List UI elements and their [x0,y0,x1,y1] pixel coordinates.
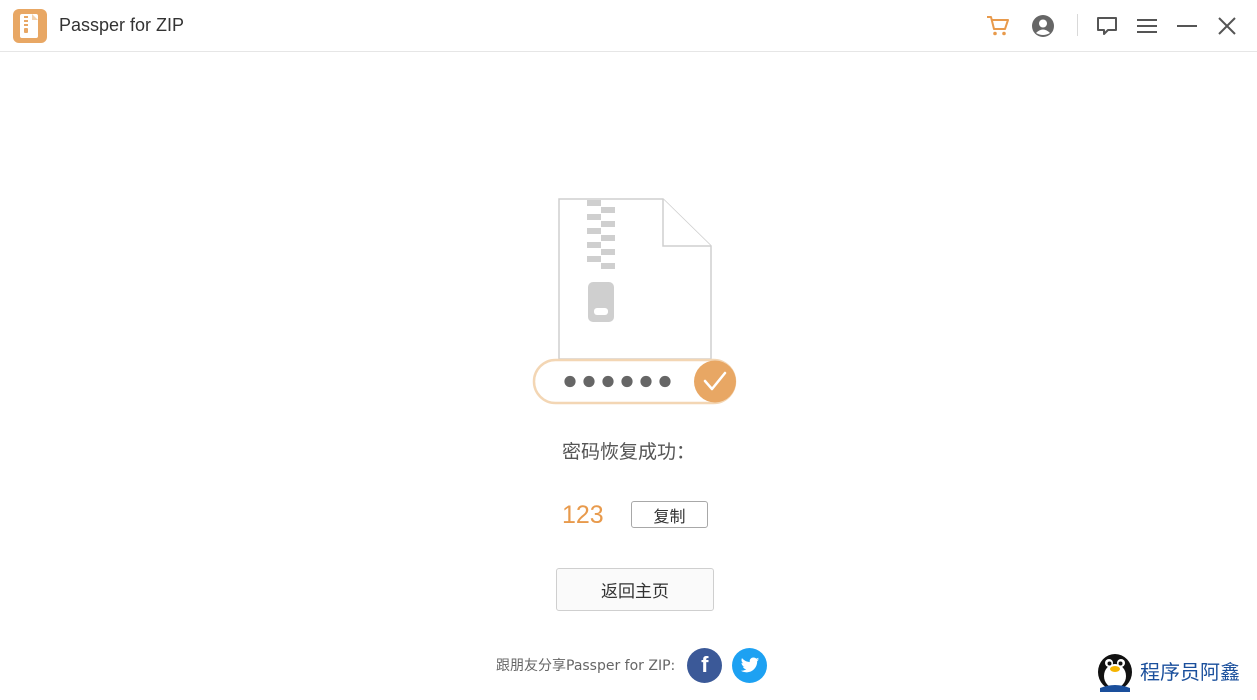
zip-file-unlocked-illustration [532,198,737,405]
return-home-button[interactable]: 返回主页 [556,568,714,611]
cart-icon[interactable] [984,12,1012,40]
watermark: 程序员阿鑫 [1094,648,1254,692]
feedback-icon[interactable] [1093,12,1121,40]
share-row: 跟朋友分享Passper for ZIP: f [496,647,777,683]
share-label: 跟朋友分享Passper for ZIP: [496,658,676,674]
menu-icon[interactable] [1133,12,1161,40]
close-icon[interactable] [1213,12,1241,40]
minimize-icon[interactable] [1173,12,1201,40]
recovery-success-label: 密码恢复成功： [561,441,695,463]
toolbar-divider [1077,14,1078,36]
facebook-icon[interactable]: f [687,647,723,683]
recovered-password: 123 [562,501,604,529]
app-logo-icon [13,9,47,43]
password-result-row: 123 复制 [0,500,1257,532]
user-icon[interactable] [1029,12,1057,40]
copy-button[interactable]: 复制 [631,501,708,528]
watermark-text: 程序员阿鑫 [1140,660,1240,684]
app-title: Passper for ZIP [59,15,185,35]
qq-penguin-icon [1098,654,1132,692]
twitter-icon[interactable] [732,647,768,683]
title-bar: Passper for ZIP [0,0,1257,52]
